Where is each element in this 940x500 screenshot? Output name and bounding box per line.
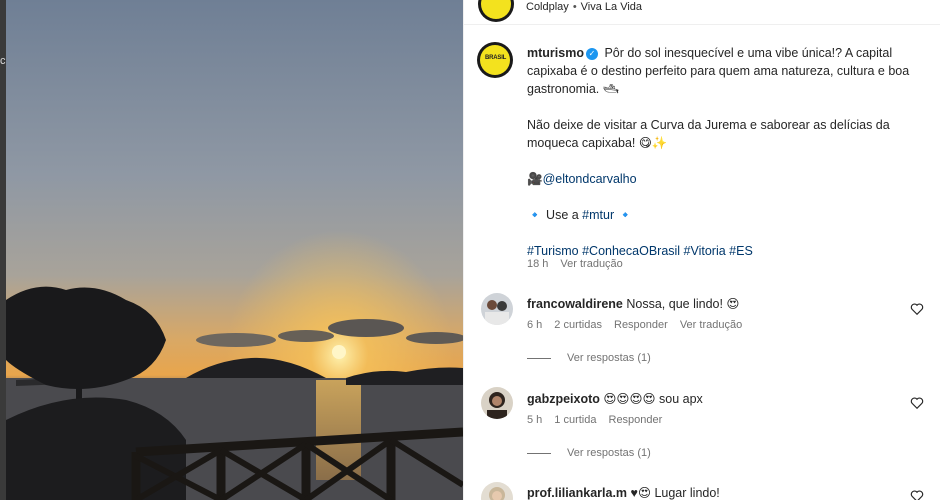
comment-time: 6 h: [527, 319, 543, 331]
caption-time: 18 h: [527, 258, 549, 270]
comment-body: francowaldirene Nossa, que lindo! 😍: [527, 296, 739, 311]
caption-username[interactable]: mturismo: [527, 46, 584, 60]
comment-body: prof.liliankarla.m ♥😍 Lugar lindo!: [527, 485, 720, 500]
see-translation-button[interactable]: Ver tradução: [560, 258, 622, 270]
comment-meta: 6 h 2 curtidas Responder Ver tradução: [527, 319, 754, 331]
account-avatar[interactable]: [478, 0, 514, 22]
caption-line-1: Pôr do sol inesquecível e uma vibe única…: [527, 46, 910, 96]
audio-artist[interactable]: Coldplay: [526, 1, 569, 13]
reply-button[interactable]: Responder: [614, 319, 668, 331]
verified-badge-icon: ✓: [585, 47, 598, 60]
mtur-hashtag-link[interactable]: #mtur: [582, 208, 614, 222]
comment-username[interactable]: prof.liliankarla.m: [527, 486, 627, 500]
camera-emoji: 🎥: [527, 172, 543, 186]
view-replies-button[interactable]: Ver respostas (1): [527, 352, 651, 364]
post-detail-panel: Coldplay • Viva La Vida BRASIL mturismo ✓ P…: [463, 0, 940, 500]
comment-text: 😍😍😍😍 sou apx: [603, 392, 703, 406]
comment-likes[interactable]: 1 curtida: [554, 414, 596, 426]
use-suffix: 🔹: [614, 208, 634, 222]
comment-avatar[interactable]: [481, 293, 513, 325]
view-replies-label[interactable]: Ver respostas (1): [567, 352, 651, 364]
caption-meta: 18 h Ver tradução: [527, 258, 635, 270]
comment-time: 5 h: [527, 414, 543, 426]
separator-dot: •: [572, 1, 577, 13]
reply-button[interactable]: Responder: [609, 414, 663, 426]
heart-icon[interactable]: [910, 302, 924, 316]
sunset-photo: [6, 0, 463, 500]
caption-line-2: Não deixe de visitar a Curva da Jurema e…: [527, 118, 890, 150]
post-caption: mturismo ✓ Pôr do sol inesquecível e uma …: [527, 44, 927, 260]
view-replies-label[interactable]: Ver respostas (1): [567, 447, 651, 459]
caption-avatar[interactable]: BRASIL: [477, 42, 513, 78]
replies-dash: [527, 452, 551, 454]
see-translation-button[interactable]: Ver tradução: [680, 319, 742, 331]
comment-avatar[interactable]: [481, 387, 513, 419]
heart-icon[interactable]: [910, 489, 924, 500]
audio-song[interactable]: Viva La Vida: [581, 1, 642, 13]
audio-attribution[interactable]: Coldplay • Viva La Vida: [526, 1, 642, 13]
replies-dash: [527, 357, 551, 359]
post-image[interactable]: [6, 0, 463, 500]
brand-logo: BRASIL: [485, 55, 507, 61]
comment-text: ♥😍 Lugar lindo!: [630, 486, 720, 500]
comment-avatar[interactable]: [481, 482, 513, 500]
comment-likes[interactable]: 2 curtidas: [554, 319, 602, 331]
comment-username[interactable]: gabzpeixoto: [527, 392, 600, 406]
comment-username[interactable]: francowaldirene: [527, 297, 623, 311]
comment-body: gabzpeixoto 😍😍😍😍 sou apx: [527, 391, 703, 406]
post-header: Coldplay • Viva La Vida: [464, 0, 940, 25]
heart-icon[interactable]: [910, 396, 924, 410]
comment-text: Nossa, que lindo! 😍: [626, 297, 740, 311]
credit-handle-link[interactable]: @eltondcarvalho: [543, 172, 637, 186]
comment-meta: 5 h 1 curtida Responder: [527, 414, 674, 426]
view-replies-button[interactable]: Ver respostas (1): [527, 447, 651, 459]
use-prefix: 🔹 Use a: [527, 208, 583, 222]
